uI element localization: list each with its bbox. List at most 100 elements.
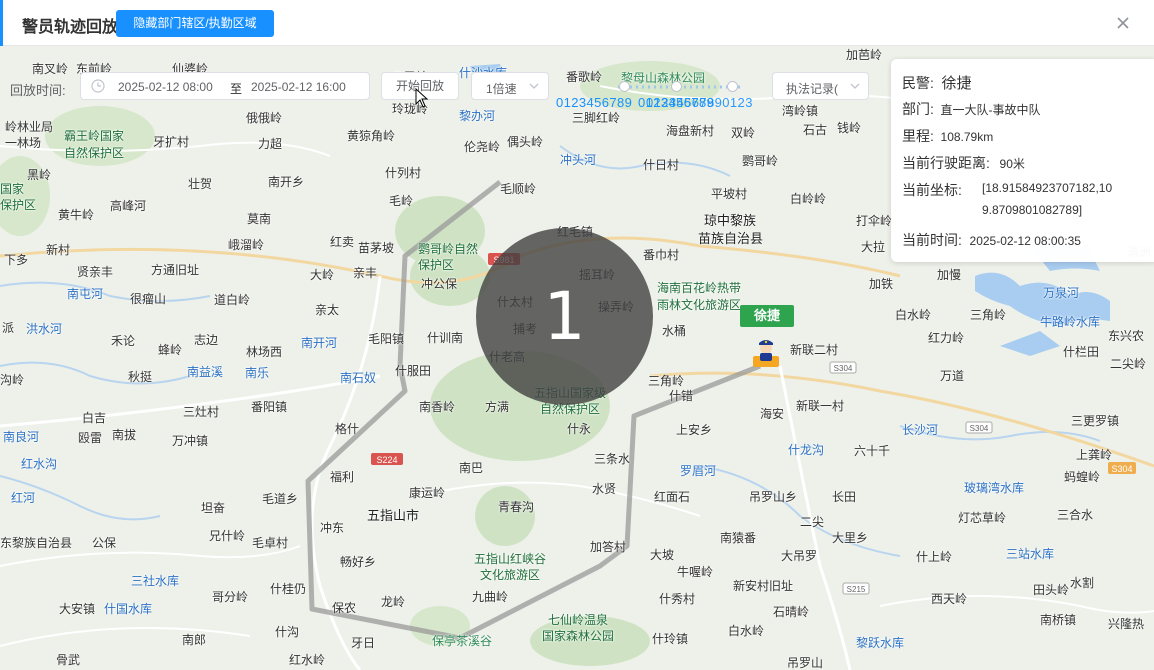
map-place-label: 很瘤山 xyxy=(130,292,167,306)
map-place-label: 坦奋 xyxy=(201,501,226,515)
map-place-label: 黎跃水库 xyxy=(856,636,905,650)
map-place-label: 南良河 xyxy=(3,430,40,444)
map-place-label: 红河 xyxy=(11,491,36,505)
speed-slider[interactable]: 0123456789 0123456789 01234567890123 xyxy=(556,78,766,112)
start-time-input[interactable]: 2025-02-12 08:00 xyxy=(118,80,213,94)
map-place-label: 白水岭 xyxy=(728,624,765,638)
cluster-marker[interactable]: 1 xyxy=(476,228,653,405)
chevron-down-icon xyxy=(529,83,539,89)
map-place-label: 保护区 xyxy=(0,198,37,212)
map-place-label: 苗族自治县 xyxy=(698,231,764,246)
time-label: 当前时间: xyxy=(902,232,962,248)
map-place-label: 毛阳镇 xyxy=(368,332,405,346)
hide-area-button[interactable]: 隐藏部门辖区/执勤区域 xyxy=(116,10,274,37)
map-place-label: 钱岭 xyxy=(837,121,862,135)
map-place-label: 公保 xyxy=(92,536,117,550)
road-shield-label: S304 xyxy=(1111,464,1132,474)
map-place-label: 上安乡 xyxy=(676,423,713,437)
map-place-label: 石古 xyxy=(803,123,828,137)
police-officer-icon[interactable] xyxy=(751,334,781,368)
distance-row: 当前行驶距离: 90米 xyxy=(902,153,1025,173)
map-place-label: 长田 xyxy=(832,490,857,504)
map-place-label: 万泉河 xyxy=(1043,286,1080,300)
map-place-label: 哥分岭 xyxy=(212,590,249,604)
coord-value-line1: [18.91584923707182,10 xyxy=(982,181,1113,195)
map-place-label: 毛顺岭 xyxy=(500,182,537,196)
map-place-label: 牙日 xyxy=(351,636,376,650)
map-place-label: 毛道乡 xyxy=(262,492,299,506)
map-place-label: 田头岭 xyxy=(1033,583,1070,597)
replay-toolbar: 回放时间: 2025-02-12 08:00 至 2025-02-12 16:0… xyxy=(0,58,890,114)
map-place-label: 南香岭 xyxy=(419,400,456,414)
map-place-label: 霸王岭国家 xyxy=(64,129,125,143)
map-place-label: 什桂仍 xyxy=(270,582,307,596)
map-place-label: 西天岭 xyxy=(931,592,968,606)
map-place-label: 苗茅坡 xyxy=(358,241,395,255)
map-place-label: 南屯河 xyxy=(67,287,104,301)
replay-time-label: 回放时间: xyxy=(10,83,66,98)
date-range-picker[interactable]: 2025-02-12 08:00 至 2025-02-12 16:00 xyxy=(80,72,370,100)
map-place-label: 殴雷 xyxy=(78,431,103,445)
map-place-label: 红力岭 xyxy=(928,331,965,345)
map-place-label: 冲公保 xyxy=(421,277,458,291)
map-place-label: 福利 xyxy=(330,470,355,484)
map-place-label: 新联二村 xyxy=(790,343,839,357)
map-place-label: 高峰河 xyxy=(110,199,147,213)
map-place-label: 黄牛岭 xyxy=(58,208,95,222)
map-place-label: 志边 xyxy=(194,333,219,347)
officer-name: 徐捷 xyxy=(941,75,972,92)
officer-info-panel: 民警: 徐捷 部门: 直一大队-事故中队 里程: 108.79km 当前行驶距离… xyxy=(891,59,1154,262)
close-icon[interactable] xyxy=(1113,13,1133,33)
map-place-label: 加答村 xyxy=(590,540,627,554)
slider-scale-digits: 01234567890123 xyxy=(646,95,753,110)
map-place-label: 南猿番 xyxy=(720,531,757,545)
map-place-label: 玻璃湾水库 xyxy=(964,481,1025,495)
map-place-label: 力超 xyxy=(258,137,283,151)
map-place-label: 什列村 xyxy=(385,166,422,180)
slider-handle[interactable] xyxy=(619,81,630,92)
map-place-label: 红水沟 xyxy=(21,457,58,471)
map-place-label: 南石奴 xyxy=(340,371,377,385)
map-place-label: 道白岭 xyxy=(214,293,251,307)
map-place-label: 吊罗山 xyxy=(787,656,824,670)
map-place-label: 禾论 xyxy=(111,334,136,348)
map-place-label: 罗眉河 xyxy=(680,464,717,478)
speed-select[interactable]: 1倍速 xyxy=(471,72,549,100)
map-place-label: 平坡村 xyxy=(711,187,748,201)
time-value: 2025-02-12 08:00:35 xyxy=(969,234,1081,248)
mileage-value: 108.79km xyxy=(940,130,994,144)
map-place-label: 龙岭 xyxy=(381,595,406,609)
map-place-label: 冲头河 xyxy=(560,153,597,167)
map-place-label: 蜂岭 xyxy=(158,343,183,357)
end-time-input[interactable]: 2025-02-12 16:00 xyxy=(251,80,346,94)
map-place-label: 新村 xyxy=(46,243,71,257)
dept-row: 部门: 直一大队-事故中队 xyxy=(902,99,1041,119)
map-place-label: 壮贺 xyxy=(188,177,213,191)
map-place-label: 什国水库 xyxy=(104,602,153,616)
map-place-label: 五指山市 xyxy=(367,508,420,523)
road-shield-label: S304 xyxy=(834,364,853,373)
map-place-label: 红卖 xyxy=(330,235,355,249)
slider-handle[interactable] xyxy=(727,81,738,92)
officer-name-tag[interactable]: 徐捷 xyxy=(740,305,794,327)
map-place-label: 红水岭 xyxy=(289,653,326,667)
map-place-label: 红面石 xyxy=(654,490,691,504)
map-place-label: 黄猄角岭 xyxy=(347,129,396,143)
slider-handle[interactable] xyxy=(671,81,682,92)
chevron-down-icon xyxy=(850,83,860,89)
map-place-label: 下多 xyxy=(4,253,29,267)
record-select[interactable]: 执法记录( xyxy=(772,72,869,100)
map-place-label: 什玲镇 xyxy=(652,632,689,646)
map-place-label: 伦尧岭 xyxy=(464,140,501,154)
map-place-label: 三条水 xyxy=(594,452,631,466)
map-place-label: 二尖岭 xyxy=(1110,357,1147,371)
slider-scale-digits: 0123456789 xyxy=(556,95,633,110)
map-place-label: 大拉 xyxy=(861,240,886,254)
map-place-label: 六十千 xyxy=(854,444,891,458)
map-place-label: 偶头岭 xyxy=(507,135,544,149)
map-place-label: 大岭 xyxy=(310,268,335,282)
map-place-label: 贤亲丰 xyxy=(77,265,114,279)
map-place-label: 保护区 xyxy=(418,258,455,272)
mileage-row: 里程: 108.79km xyxy=(902,126,993,146)
map-place-label: 双岭 xyxy=(731,126,756,140)
